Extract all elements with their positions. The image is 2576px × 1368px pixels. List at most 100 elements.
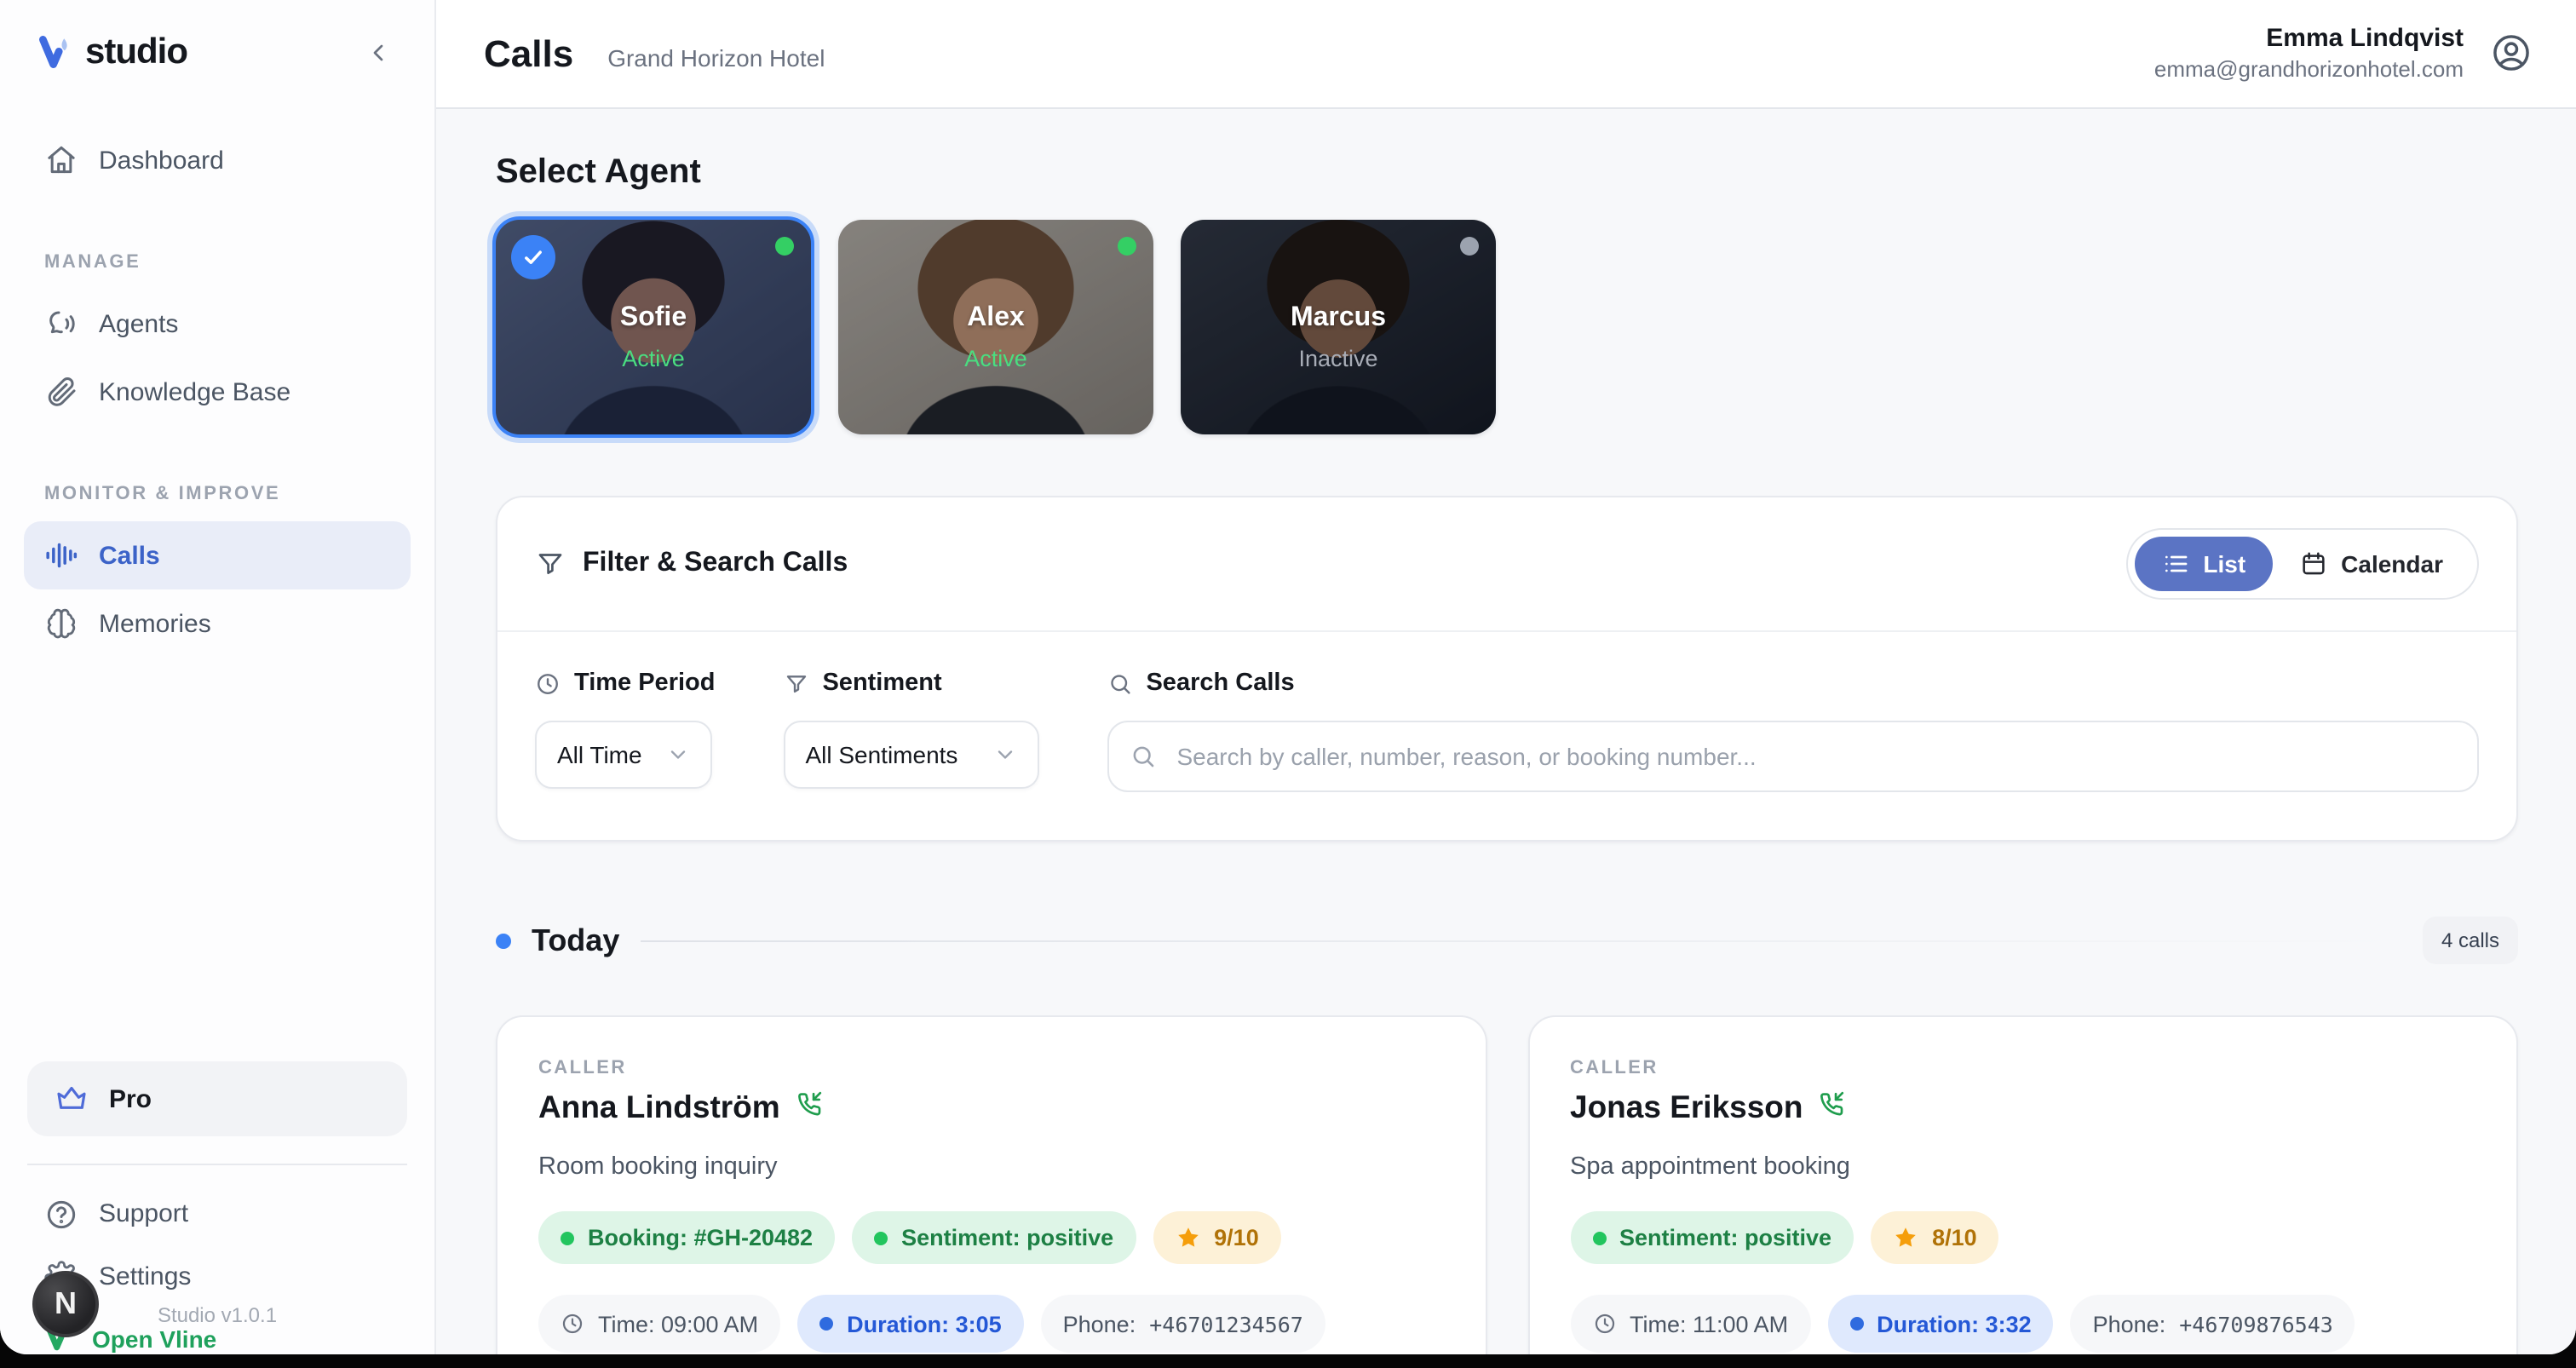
rating-value: 9/10 — [1214, 1225, 1259, 1250]
sidebar-section-monitor: MONITOR & IMPROVE — [24, 484, 411, 504]
sidebar-item-memories[interactable]: Memories — [24, 589, 411, 658]
time-period-label: Time Period — [574, 670, 715, 697]
agent-online-dot — [775, 237, 794, 256]
today-divider-line — [640, 940, 2402, 941]
duration-value: Duration: 3:32 — [1877, 1311, 2032, 1336]
phone-pill: Phone: +46701234567 — [1041, 1295, 1325, 1353]
time-pill: Time: 11:00 AM — [1570, 1295, 1810, 1353]
sidebar-item-dashboard[interactable]: Dashboard — [24, 126, 411, 194]
time-pill: Time: 09:00 AM — [538, 1295, 780, 1353]
sentiment-field: Sentiment All Sentiments — [783, 670, 1038, 792]
sidebar-item-support[interactable]: Support — [24, 1182, 411, 1245]
sidebar: studio Dashboard MANAGE — [0, 0, 436, 1354]
sidebar-divider — [27, 1164, 407, 1165]
sidebar-item-label: Support — [99, 1199, 188, 1228]
help-circle-icon — [44, 1197, 78, 1231]
sidebar-collapse-button[interactable] — [356, 31, 400, 75]
sidebar-item-knowledge-base[interactable]: Knowledge Base — [24, 358, 411, 426]
time-period-label-row: Time Period — [535, 670, 715, 697]
time-period-select[interactable]: All Time — [535, 721, 712, 789]
today-section-header: Today 4 calls — [496, 917, 2518, 964]
meta-row: Time: 11:00 AM Duration: 3:32 Phone: +46… — [1570, 1295, 2475, 1353]
today-heading: Today — [532, 923, 619, 958]
agent-name: Sofie — [620, 303, 687, 334]
avatar-letter: N — [55, 1286, 77, 1322]
agent-card-sofie[interactable]: Sofie Active — [496, 220, 811, 434]
rating-badge: 8/10 — [1871, 1211, 1999, 1264]
phone-incoming-icon — [796, 1090, 823, 1118]
caller-label: CALLER — [538, 1058, 1444, 1078]
caller-row: Anna Lindström — [538, 1089, 1444, 1126]
agent-name: Marcus — [1291, 303, 1386, 334]
time-period-value: All Time — [557, 741, 642, 768]
list-view-label: List — [2203, 550, 2245, 578]
sentiment-badge: Sentiment: positive — [1570, 1211, 1854, 1264]
user-name: Emma Lindqvist — [2154, 23, 2464, 56]
search-label: Search Calls — [1146, 670, 1294, 697]
agent-card-marcus[interactable]: Marcus Inactive — [1181, 220, 1496, 434]
agent-status: Active — [964, 346, 1027, 371]
duration-value: Duration: 3:05 — [847, 1311, 1002, 1336]
clock-icon — [561, 1312, 584, 1336]
crown-icon — [55, 1082, 89, 1116]
calendar-view-label: Calendar — [2341, 550, 2443, 578]
paperclip-icon — [44, 375, 78, 409]
dev-badge-avatar[interactable]: N — [32, 1271, 99, 1337]
list-icon — [2162, 550, 2189, 578]
agent-card-alex[interactable]: Alex Active — [838, 220, 1153, 434]
rating-badge: 9/10 — [1153, 1211, 1281, 1264]
duration-pill: Duration: 3:05 — [797, 1295, 1024, 1353]
filter-search-card: Filter & Search Calls List — [496, 496, 2518, 842]
calendar-icon — [2300, 550, 2327, 578]
sidebar-item-label: Agents — [99, 309, 178, 338]
sentiment-label-row: Sentiment — [783, 670, 1038, 697]
duration-pill: Duration: 3:32 — [1827, 1295, 2054, 1353]
search-label-row: Search Calls — [1107, 670, 2479, 697]
call-reason: Room booking inquiry — [538, 1153, 1444, 1181]
agent-texts: Alex Active — [838, 220, 1153, 434]
chevron-down-icon — [666, 743, 690, 767]
blue-dot — [1849, 1317, 1863, 1331]
star-icon — [1175, 1225, 1200, 1250]
app-logo: studio — [37, 32, 187, 73]
sidebar-item-label: Settings — [99, 1262, 191, 1291]
sidebar-section-manage: MANAGE — [24, 252, 411, 273]
sidebar-item-label: Dashboard — [99, 146, 224, 175]
search-icon — [1129, 743, 1156, 770]
user-circle-icon — [2489, 32, 2533, 76]
agent-status: Active — [622, 346, 685, 371]
user-menu-button[interactable] — [2487, 30, 2535, 78]
open-vline-label: Open Vline — [92, 1325, 216, 1352]
select-agent-heading: Select Agent — [496, 153, 2518, 193]
sentiment-select[interactable]: All Sentiments — [783, 721, 1038, 789]
filter-card-title: Filter & Search Calls — [583, 549, 848, 579]
call-card-jonas[interactable]: CALLER Jonas Eriksson Spa appointment bo… — [1527, 1015, 2518, 1354]
audio-lines-icon — [44, 538, 78, 572]
agent-offline-dot — [1460, 237, 1479, 256]
call-card-anna[interactable]: CALLER Anna Lindström Room booking inqui… — [496, 1015, 1486, 1354]
green-dot — [1592, 1231, 1606, 1244]
search-input[interactable] — [1107, 721, 2479, 792]
sidebar-item-agents[interactable]: Agents — [24, 290, 411, 358]
app-window: studio Dashboard MANAGE — [0, 0, 2576, 1354]
today-call-count-badge: 4 calls — [2423, 917, 2518, 964]
call-reason: Spa appointment booking — [1570, 1153, 2475, 1181]
page-content: Select Agent Sofie Active — [436, 109, 2576, 1354]
chevron-down-icon — [992, 743, 1016, 767]
sidebar-item-calls[interactable]: Calls — [24, 521, 411, 589]
home-icon — [44, 143, 78, 177]
sentiment-badge-label: Sentiment: positive — [1619, 1225, 1831, 1250]
app-logo-text: studio — [85, 32, 187, 73]
pro-plan-button[interactable]: Pro — [27, 1061, 407, 1136]
list-view-button[interactable]: List — [2135, 537, 2273, 591]
sidebar-spacer — [0, 658, 434, 1061]
check-icon — [521, 245, 545, 269]
booking-badge: Booking: #GH-20482 — [538, 1211, 835, 1264]
calendar-view-button[interactable]: Calendar — [2273, 537, 2470, 591]
time-period-field: Time Period All Time — [535, 670, 715, 792]
badge-row: Booking: #GH-20482 Sentiment: positive — [538, 1211, 1444, 1264]
blue-dot — [819, 1317, 833, 1331]
booking-badge-label: Booking: #GH-20482 — [588, 1225, 813, 1250]
filter-card-header: Filter & Search Calls List — [497, 497, 2516, 630]
sentiment-value: All Sentiments — [805, 741, 957, 768]
